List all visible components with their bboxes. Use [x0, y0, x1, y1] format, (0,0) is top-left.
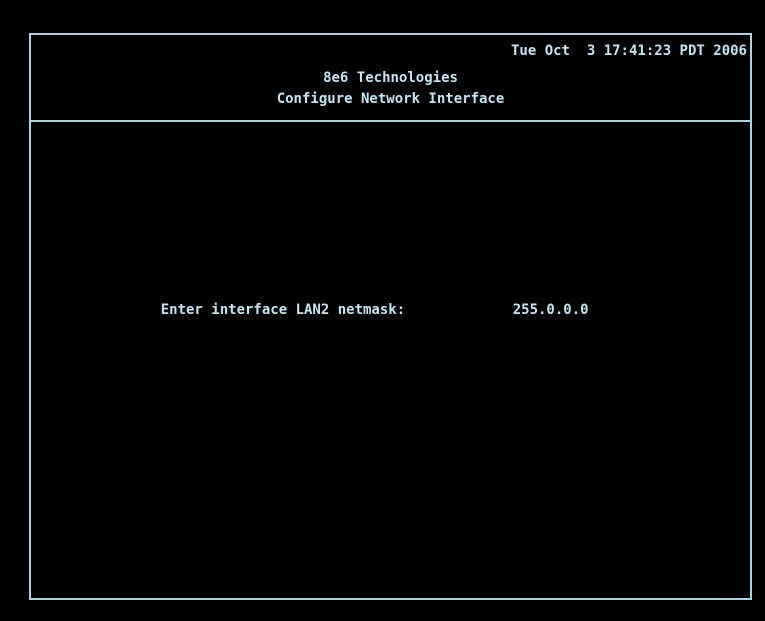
company-name: 8e6 Technologies [323, 70, 458, 86]
netmask-prompt: Enter interface LAN2 netmask: 255.0.0.0 [127, 286, 633, 334]
netmask-label: Enter interface LAN2 netmask: [160, 302, 406, 318]
terminal-header: Tue Oct 3 17:41:23 PDT 2006 8e6 Technolo… [31, 35, 750, 122]
page-title: Configure Network Interface [276, 91, 505, 107]
terminal-window: Tue Oct 3 17:41:23 PDT 2006 8e6 Technolo… [29, 33, 752, 600]
netmask-input[interactable]: 255.0.0.0 [513, 302, 633, 318]
system-datetime: Tue Oct 3 17:41:23 PDT 2006 [510, 43, 747, 59]
